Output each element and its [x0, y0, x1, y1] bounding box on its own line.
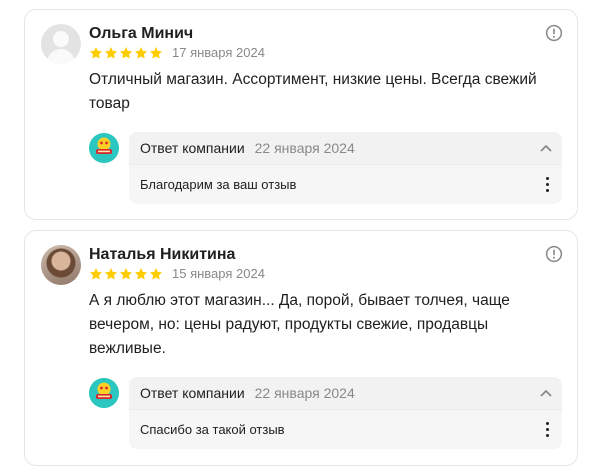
reply-text: Спасибо за такой отзыв	[140, 422, 285, 437]
rating-stars	[89, 267, 163, 281]
reply-date: 22 января 2024	[254, 385, 355, 401]
star-icon	[149, 47, 163, 59]
avatar[interactable]	[41, 24, 81, 64]
reply-title: Ответ компании	[140, 140, 245, 156]
reply-header[interactable]: Ответ компании 22 января 2024	[129, 132, 562, 164]
review-card: Наталья Никитина 15 января 2024 А я любл…	[24, 230, 578, 466]
chevron-up-icon[interactable]	[539, 141, 553, 155]
star-icon	[149, 268, 163, 280]
star-icon	[89, 47, 103, 59]
review-date: 15 января 2024	[172, 266, 265, 281]
avatar[interactable]	[41, 245, 81, 285]
company-logo-icon	[89, 133, 119, 163]
company-reply: Ответ компании 22 января 2024 Спасибо за…	[129, 377, 562, 449]
company-logo-icon	[89, 378, 119, 408]
reply-text: Благодарим за ваш отзыв	[140, 177, 297, 192]
star-icon	[89, 268, 103, 280]
review-author[interactable]: Ольга Минич	[89, 25, 193, 43]
company-reply: Ответ компании 22 января 2024 Благодарим…	[129, 132, 562, 204]
star-icon	[134, 268, 148, 280]
reply-body: Благодарим за ваш отзыв	[129, 164, 562, 204]
review-text: А я люблю этот магазин... Да, порой, быв…	[89, 292, 510, 357]
reply-date: 22 января 2024	[254, 140, 355, 156]
exclamation-circle-icon[interactable]	[545, 24, 563, 42]
reply-header[interactable]: Ответ компании 22 января 2024	[129, 377, 562, 409]
exclamation-circle-icon[interactable]	[545, 245, 563, 263]
review-date: 17 января 2024	[172, 45, 265, 60]
kebab-menu-icon[interactable]	[546, 422, 550, 438]
star-icon	[119, 47, 133, 59]
star-icon	[119, 268, 133, 280]
chevron-up-icon[interactable]	[539, 386, 553, 400]
kebab-menu-icon[interactable]	[546, 177, 550, 193]
review-card: Ольга Минич 17 января 2024 Отличный мага…	[24, 9, 578, 220]
star-icon	[104, 268, 118, 280]
review-author[interactable]: Наталья Никитина	[89, 246, 235, 264]
review-text: Отличный магазин. Ассортимент, низкие це…	[89, 71, 537, 112]
reply-body: Спасибо за такой отзыв	[129, 409, 562, 449]
star-icon	[134, 47, 148, 59]
rating-stars	[89, 46, 163, 60]
star-icon	[104, 47, 118, 59]
reply-title: Ответ компании	[140, 385, 245, 401]
